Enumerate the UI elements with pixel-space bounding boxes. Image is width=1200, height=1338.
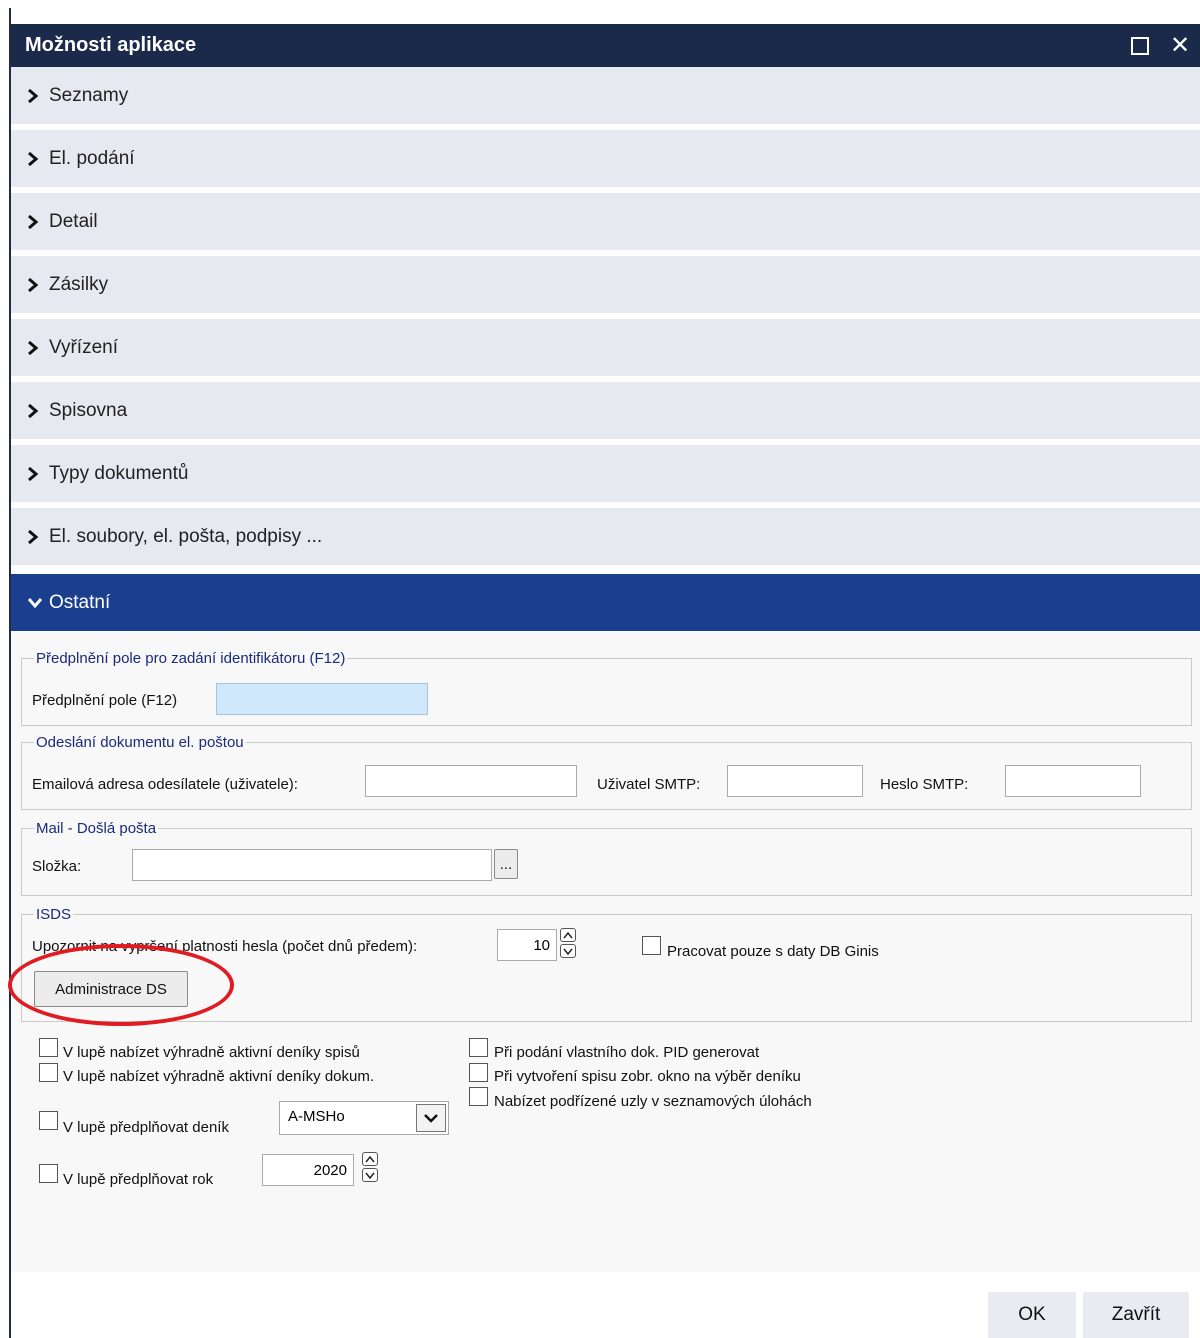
section-label: Typy dokumentů: [49, 462, 189, 484]
section-el-soubory[interactable]: El. soubory, el. pošta, podpisy ...: [11, 508, 1200, 565]
password-expiry-input[interactable]: [497, 929, 557, 961]
smtp-user-label: Uživatel SMTP:: [597, 776, 701, 793]
sender-email-label: Emailová adresa odesílatele (uživatele):: [32, 776, 298, 793]
section-label: Vyřízení: [49, 336, 118, 358]
maximize-icon: [1131, 36, 1149, 55]
annotation-circle: [8, 944, 234, 1026]
chevron-right-icon: [27, 214, 49, 230]
smtp-user-input[interactable]: [727, 765, 863, 797]
spis-window-checkbox[interactable]: [469, 1063, 488, 1082]
mail-in-group: Mail - Došlá pošta Složka: ...: [21, 820, 1192, 896]
spis-window-label: Při vytvoření spisu zobr. okno na výběr …: [494, 1068, 801, 1085]
dialog-titlebar: Možnosti aplikace ✕: [11, 24, 1200, 67]
prefill-rok-label: V lupě předplňovat rok: [63, 1171, 214, 1188]
section-label: El. soubory, el. pošta, podpisy ...: [49, 525, 323, 547]
pid-generate-checkbox[interactable]: [469, 1038, 488, 1057]
spin-up-button[interactable]: [560, 928, 576, 942]
chevron-right-icon: [27, 277, 49, 293]
chevron-right-icon: [27, 529, 49, 545]
pid-generate-label: Při podání vlastního dok. PID generovat: [494, 1044, 760, 1061]
chevron-right-icon: [27, 466, 49, 482]
prefill-denik-label: V lupě předplňovat deník: [63, 1119, 229, 1136]
section-label: El. podání: [49, 147, 135, 169]
chevron-right-icon: [27, 151, 49, 167]
browse-folder-button[interactable]: ...: [494, 849, 518, 879]
rok-input[interactable]: [262, 1154, 354, 1186]
section-label: Detail: [49, 210, 98, 232]
chevron-right-icon: [27, 88, 49, 104]
prefill-group: Předplnění pole pro zadání identifikátor…: [21, 650, 1192, 726]
section-label: Ostatní: [49, 591, 111, 613]
prefill-input[interactable]: [216, 683, 428, 715]
ok-button[interactable]: OK: [988, 1292, 1076, 1338]
section-detail[interactable]: Detail: [11, 193, 1200, 250]
smtp-password-input[interactable]: [1005, 765, 1141, 797]
section-el-podani[interactable]: El. podání: [11, 130, 1200, 187]
active-dokum-label: V lupě nabízet výhradně aktivní deníky d…: [63, 1068, 375, 1085]
maximize-button[interactable]: [1123, 24, 1157, 67]
close-button[interactable]: Zavřít: [1083, 1292, 1189, 1338]
chevron-right-icon: [27, 340, 49, 356]
accordion: Seznamy El. podání Detail Zásilky Vyříze…: [11, 67, 1200, 637]
spin-down-button[interactable]: [362, 1168, 378, 1182]
section-label: Spisovna: [49, 399, 128, 421]
smtp-password-label: Heslo SMTP:: [880, 776, 969, 793]
section-zasilky[interactable]: Zásilky: [11, 256, 1200, 313]
section-seznamy[interactable]: Seznamy: [11, 67, 1200, 124]
active-dokum-checkbox[interactable]: [39, 1063, 58, 1082]
options-dialog: Možnosti aplikace ✕ Seznamy El. podání D…: [9, 8, 1200, 1338]
email-group: Odeslání dokumentu el. poštou Emailová a…: [21, 734, 1192, 810]
close-window-button[interactable]: ✕: [1163, 24, 1197, 67]
section-label: Zásilky: [49, 273, 109, 295]
mail-in-legend: Mail - Došlá pošta: [36, 820, 157, 837]
section-typy-dokumentu[interactable]: Typy dokumentů: [11, 445, 1200, 502]
spin-down-button[interactable]: [560, 944, 576, 958]
section-vyrizeni[interactable]: Vyřízení: [11, 319, 1200, 376]
folder-input[interactable]: [132, 849, 492, 881]
subnodes-label: Nabízet podřízené uzly v seznamových úlo…: [494, 1093, 812, 1110]
spin-up-button[interactable]: [362, 1152, 378, 1166]
subnodes-checkbox[interactable]: [469, 1087, 488, 1106]
sender-email-input[interactable]: [365, 765, 577, 797]
denik-select[interactable]: A-MSHo: [279, 1101, 449, 1135]
prefill-rok-checkbox[interactable]: [39, 1164, 58, 1183]
chevron-right-icon: [27, 403, 49, 419]
chevron-down-icon: [416, 1104, 446, 1132]
db-only-checkbox[interactable]: [642, 936, 661, 955]
prefill-denik-checkbox[interactable]: [39, 1111, 58, 1130]
dialog-title: Možnosti aplikace: [25, 34, 197, 56]
section-label: Seznamy: [49, 84, 129, 106]
section-ostatni[interactable]: Ostatní: [11, 574, 1200, 631]
prefill-legend: Předplnění pole pro zadání identifikátor…: [36, 650, 346, 667]
db-only-label: Pracovat pouze s daty DB Ginis: [667, 943, 879, 960]
active-spisy-checkbox[interactable]: [39, 1038, 58, 1057]
prefill-label: Předplnění pole (F12): [32, 692, 178, 709]
isds-legend: ISDS: [36, 906, 72, 923]
expiry-spinner: [560, 928, 576, 958]
close-icon: ✕: [1169, 31, 1191, 59]
denik-selected-value: A-MSHo: [288, 1108, 345, 1125]
chevron-down-icon: [27, 597, 49, 609]
email-legend: Odeslání dokumentu el. poštou: [36, 734, 244, 751]
active-spisy-label: V lupě nabízet výhradně aktivní deníky s…: [63, 1044, 360, 1061]
folder-label: Složka:: [32, 858, 82, 875]
section-spisovna[interactable]: Spisovna: [11, 382, 1200, 439]
rok-spinner: [362, 1152, 378, 1182]
